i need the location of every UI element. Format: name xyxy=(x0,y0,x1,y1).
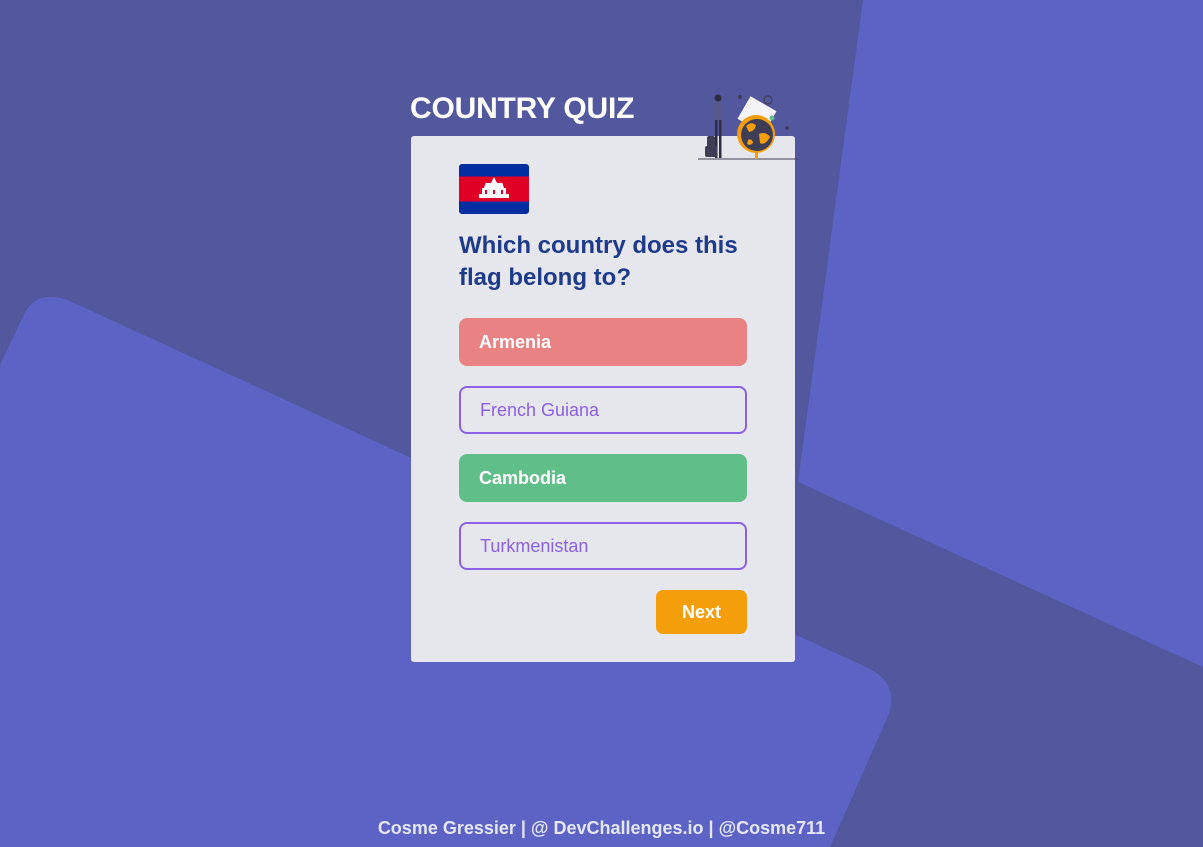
answer-option-label: Turkmenistan xyxy=(480,535,589,556)
background-shape-top-right xyxy=(798,0,1203,667)
answer-list: Armenia French Guiana Cambodia Turkmenis… xyxy=(459,318,747,590)
answer-option-cambodia[interactable]: Cambodia xyxy=(459,454,747,502)
next-button[interactable]: Next xyxy=(656,590,747,634)
cambodia-flag-icon xyxy=(459,164,529,214)
answer-option-turkmenistan[interactable]: Turkmenistan xyxy=(459,522,747,570)
quiz-card: Which country does this flag belong to? … xyxy=(411,136,795,662)
question-text: Which country does this flag belong to? xyxy=(459,232,738,291)
answer-option-label: Cambodia xyxy=(479,467,567,488)
answer-option-label: Armenia xyxy=(479,331,552,352)
answer-option-french-guiana[interactable]: French Guiana xyxy=(459,386,747,434)
answer-option-label: French Guiana xyxy=(480,399,600,420)
answer-option-armenia[interactable]: Armenia xyxy=(459,318,747,366)
footer-credit: Cosme Gressier | @ DevChallenges.io | @C… xyxy=(377,818,826,838)
page-title: COUNTRY QUIZ xyxy=(410,92,635,125)
traveler-globe-illustration-icon xyxy=(698,94,798,160)
